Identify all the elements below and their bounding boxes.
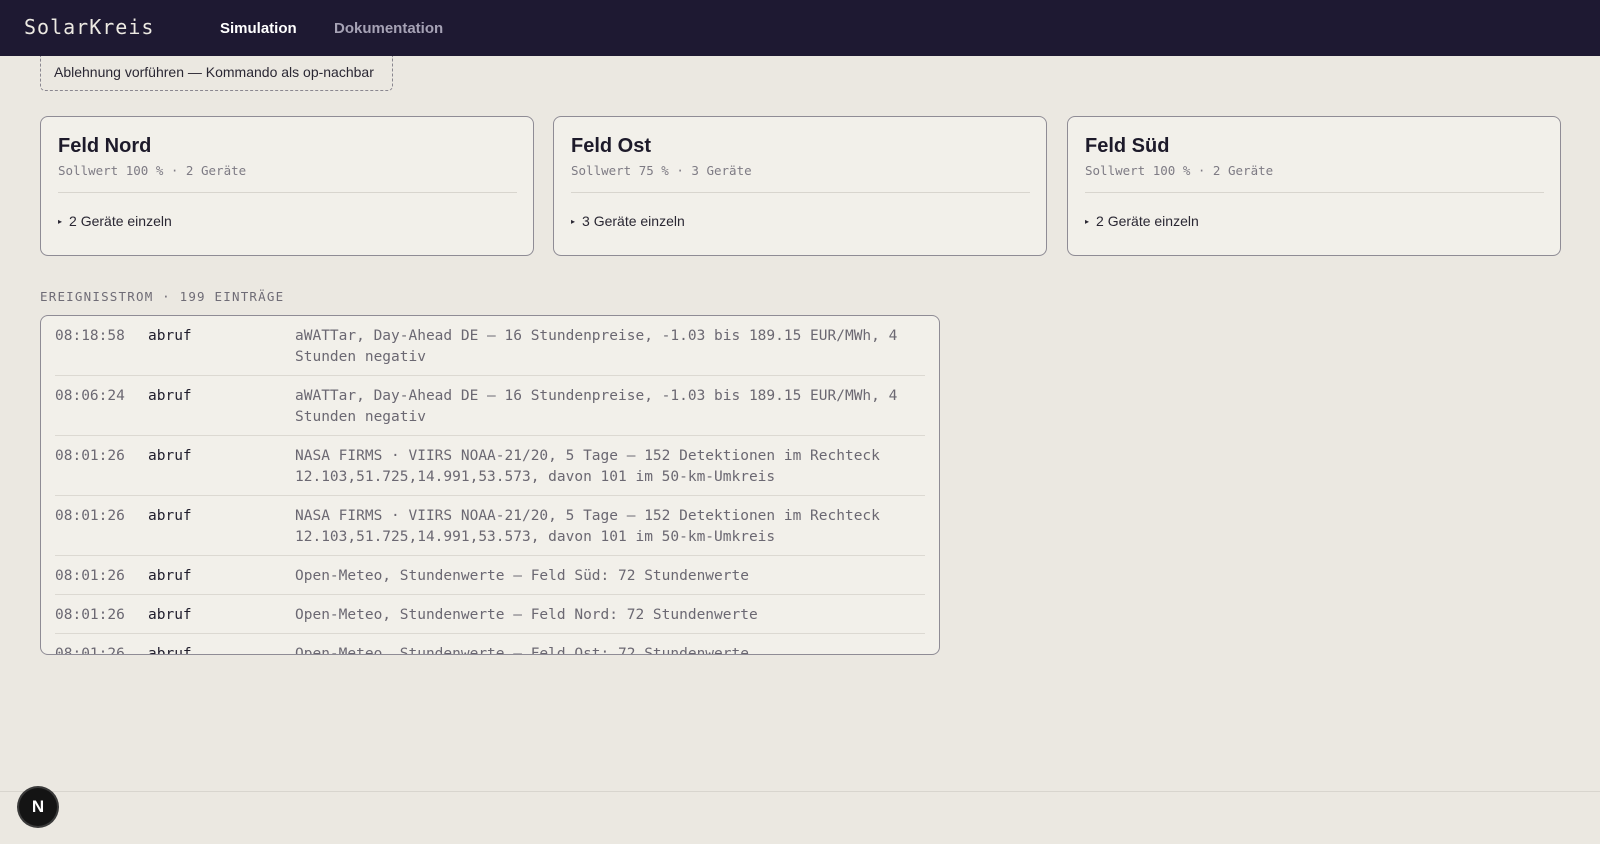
- dev-tools-badge[interactable]: N: [19, 788, 57, 826]
- event-kind: abruf: [148, 328, 192, 344]
- field-card-sued: Feld Süd Sollwert 100 % · 2 Geräte ▸ 2 Ge…: [1067, 116, 1561, 256]
- event-message: NASA FIRMS · VIIRS NOAA-21/20, 5 Tage — …: [295, 448, 880, 485]
- event-message: Open-Meteo, Stundenwerte — Feld Nord: 72…: [295, 607, 758, 623]
- event-kind: abruf: [148, 508, 192, 524]
- devices-expand-toggle[interactable]: ▸ 2 Geräte einzeln: [1085, 213, 1199, 229]
- event-kind: abruf: [148, 448, 192, 464]
- event-message: NASA FIRMS · VIIRS NOAA-21/20, 5 Tage — …: [295, 508, 880, 545]
- field-card-title: Feld Süd: [1085, 135, 1170, 157]
- brand-logo[interactable]: SolarKreis: [24, 15, 154, 39]
- event-time: 08:18:58: [55, 328, 125, 344]
- caret-right-icon: ▸: [1085, 217, 1090, 226]
- event-kind: abruf: [148, 388, 192, 404]
- field-card-subtitle: Sollwert 75 % · 3 Geräte: [571, 163, 752, 178]
- nav-tab-simulation[interactable]: Simulation: [220, 20, 297, 37]
- event-time: 08:01:26: [55, 508, 125, 524]
- event-message: Open-Meteo, Stundenwerte — Feld Ost: 72 …: [295, 646, 749, 655]
- devices-expand-toggle[interactable]: ▸ 2 Geräte einzeln: [58, 213, 172, 229]
- devices-expand-label: 2 Geräte einzeln: [1096, 213, 1199, 229]
- event-row: 08:06:24 abruf aWATTar, Day-Ahead DE — 1…: [55, 376, 925, 436]
- event-row: 08:01:26 abruf Open-Meteo, Stundenwerte …: [55, 634, 925, 655]
- caret-right-icon: ▸: [571, 217, 576, 226]
- event-time: 08:01:26: [55, 568, 125, 584]
- nav-tab-dokumentation[interactable]: Dokumentation: [334, 20, 443, 37]
- field-card-nord: Feld Nord Sollwert 100 % · 2 Geräte ▸ 2 G…: [40, 116, 534, 256]
- devices-expand-label: 2 Geräte einzeln: [69, 213, 172, 229]
- event-row: 08:18:58 abruf aWATTar, Day-Ahead DE — 1…: [55, 316, 925, 376]
- event-time: 08:01:26: [55, 646, 125, 655]
- footer-divider: [0, 791, 1600, 792]
- event-time: 08:06:24: [55, 388, 125, 404]
- top-navigation-bar: SolarKreis Simulation Dokumentation: [0, 0, 1600, 56]
- field-card-title: Feld Nord: [58, 135, 152, 157]
- field-card-subtitle: Sollwert 100 % · 2 Geräte: [1085, 163, 1274, 178]
- event-row: 08:01:26 abruf Open-Meteo, Stundenwerte …: [55, 556, 925, 595]
- event-stream-heading: EREIGNISSTROM · 199 EINTRÄGE: [40, 289, 285, 304]
- event-message: aWATTar, Day-Ahead DE — 16 Stundenpreise…: [295, 388, 898, 425]
- divider: [58, 192, 517, 193]
- divider: [1085, 192, 1544, 193]
- event-message: aWATTar, Day-Ahead DE — 16 Stundenpreise…: [295, 328, 898, 365]
- event-row: 08:01:26 abruf NASA FIRMS · VIIRS NOAA-2…: [55, 496, 925, 556]
- field-card-ost: Feld Ost Sollwert 75 % · 3 Geräte ▸ 3 Ger…: [553, 116, 1047, 256]
- event-kind: abruf: [148, 607, 192, 623]
- caret-right-icon: ▸: [58, 217, 63, 226]
- demo-rejection-button[interactable]: Ablehnung vorführen — Kommando als op-na…: [40, 56, 393, 91]
- event-time: 08:01:26: [55, 607, 125, 623]
- event-row: 08:01:26 abruf Open-Meteo, Stundenwerte …: [55, 595, 925, 634]
- divider: [571, 192, 1030, 193]
- event-stream-list[interactable]: 08:18:58 abruf aWATTar, Day-Ahead DE — 1…: [40, 315, 940, 655]
- event-message: Open-Meteo, Stundenwerte — Feld Süd: 72 …: [295, 568, 749, 584]
- event-row: 08:01:26 abruf NASA FIRMS · VIIRS NOAA-2…: [55, 436, 925, 496]
- event-kind: abruf: [148, 646, 192, 655]
- field-card-subtitle: Sollwert 100 % · 2 Geräte: [58, 163, 247, 178]
- field-card-title: Feld Ost: [571, 135, 652, 157]
- event-kind: abruf: [148, 568, 192, 584]
- devices-expand-label: 3 Geräte einzeln: [582, 213, 685, 229]
- event-time: 08:01:26: [55, 448, 125, 464]
- devices-expand-toggle[interactable]: ▸ 3 Geräte einzeln: [571, 213, 685, 229]
